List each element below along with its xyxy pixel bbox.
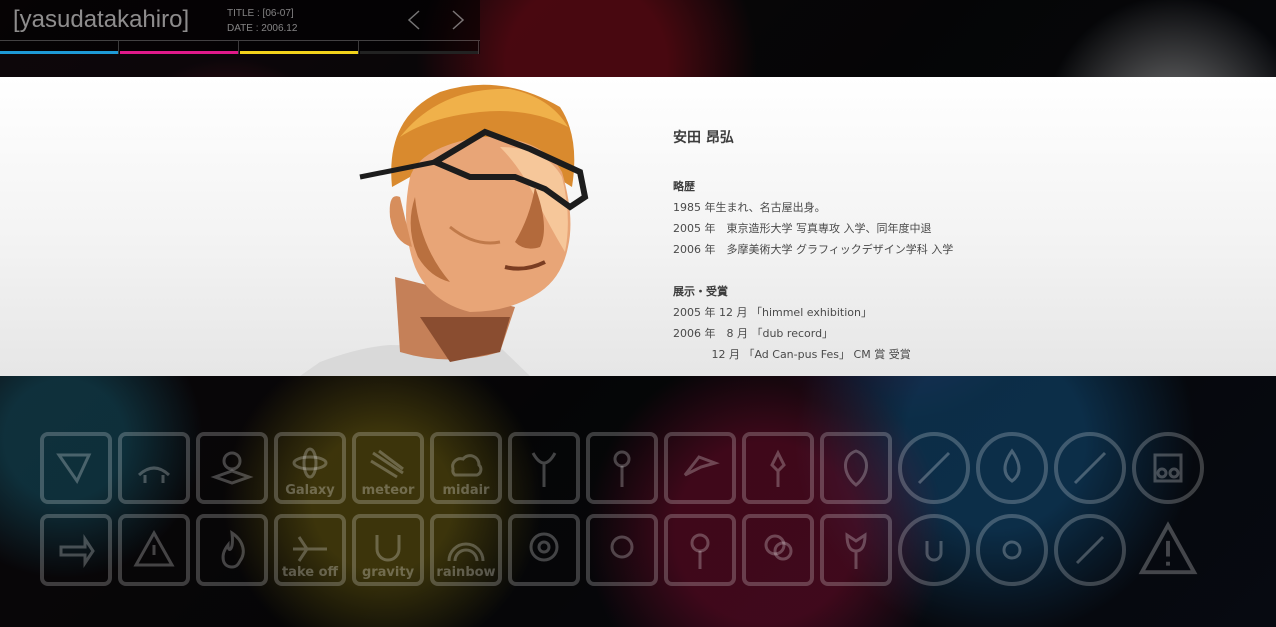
thumbnail-caption: meteor — [361, 483, 415, 498]
thumbnail-arrow-sign-2[interactable] — [40, 514, 112, 586]
thumbnail-caption: take off — [281, 565, 339, 580]
flower-icon — [531, 452, 557, 487]
header: [yasudatakahiro] TITLE : [06-07] DATE : … — [0, 0, 480, 54]
profile-band: 安田 昂弘 略歴 1985 年生まれ、名古屋出身。 2005 年 東京造形大学 … — [0, 77, 1276, 376]
thumbnail-flower-2[interactable] — [586, 432, 658, 504]
leaf-icon — [844, 449, 868, 487]
section-segment[interactable] — [120, 41, 239, 54]
work-date: DATE : 2006.12 — [227, 23, 298, 34]
section-segment[interactable] — [0, 41, 119, 54]
thumbnail-warning-2[interactable] — [1132, 514, 1204, 586]
thumbnail-caption: rainbow — [436, 565, 496, 580]
section-segment[interactable] — [240, 41, 359, 54]
portrait-illustration — [300, 84, 589, 376]
exhibit-heading: 展示・受賞 — [673, 285, 728, 298]
warning-icon — [1138, 521, 1198, 575]
segment-accent — [0, 51, 118, 54]
thumbnail-tulip[interactable] — [820, 514, 892, 586]
thumbnail-circle-3[interactable] — [1054, 514, 1126, 586]
thumbnail-no-sign-1[interactable] — [898, 432, 970, 504]
thumbnail-flower-4[interactable] — [742, 514, 814, 586]
sun-box-icon — [210, 451, 254, 485]
circle-icon — [1002, 540, 1022, 560]
circle-icon — [925, 541, 943, 562]
chevron-left-icon — [407, 10, 420, 30]
segment-accent — [240, 51, 358, 54]
daisy-icon — [529, 532, 559, 562]
thumbnail-bird[interactable] — [664, 432, 736, 504]
thumbnail-sun-box[interactable] — [196, 432, 268, 504]
thumbnail-leaf[interactable] — [820, 432, 892, 504]
history-heading: 略歴 — [673, 180, 695, 193]
segment-accent — [360, 51, 478, 54]
thumbnail-warning[interactable] — [118, 514, 190, 586]
prev-button[interactable] — [402, 8, 426, 32]
no-sign-icon — [917, 451, 951, 485]
thumbnail-galaxy[interactable]: Galaxy — [274, 432, 346, 504]
fire-icon — [221, 529, 245, 569]
exhibit-item: 2005 年 12 月 「himmel exhibition」 — [673, 306, 872, 319]
thumbnail-midair[interactable]: midair — [430, 432, 502, 504]
warning-icon — [133, 529, 175, 567]
bird-icon — [683, 455, 720, 477]
history-item: 1985 年生まれ、名古屋出身。 — [673, 201, 826, 214]
lily-icon — [770, 449, 786, 487]
thumbnail-caption: Galaxy — [285, 483, 335, 498]
work-meta: TITLE : [06-07] DATE : 2006.12 — [227, 6, 297, 36]
thumbnail-hands[interactable] — [118, 432, 190, 504]
thumbnail-arrow-sign[interactable] — [40, 432, 112, 504]
section-segment[interactable] — [360, 41, 479, 54]
flower-icon — [610, 535, 634, 559]
thumbnail-meteor[interactable]: meteor — [352, 432, 424, 504]
thumbnail-lily[interactable] — [742, 432, 814, 504]
flower-icon — [613, 450, 631, 487]
next-button[interactable] — [446, 8, 470, 32]
thumbnail-caption: gravity — [361, 565, 415, 580]
tulip-icon — [845, 532, 867, 569]
arrow-sign-icon — [56, 453, 92, 485]
flower-icon — [764, 534, 793, 561]
circle-icon — [1075, 535, 1105, 565]
section-indicator-bar — [0, 40, 480, 55]
thumbnail-daisy[interactable] — [508, 514, 580, 586]
thumbnail-flower-1[interactable] — [508, 432, 580, 504]
thumbnail-row-1: Galaxy meteor midair — [40, 432, 1204, 504]
thumbnail-circle-2[interactable] — [976, 514, 1048, 586]
exhibit-item: 12 月 「Ad Can-pus Fes」 CM 賞 受賞 — [673, 348, 911, 361]
thumbnail-speaker[interactable] — [1132, 432, 1204, 504]
thumbnail-caption: midair — [442, 483, 490, 498]
thumbnail-rainbow[interactable]: rainbow — [430, 514, 502, 586]
thumbnail-flower-3[interactable] — [586, 514, 658, 586]
thumbnail-fire[interactable] — [196, 514, 268, 586]
thumbnail-take-off[interactable]: take off — [274, 514, 346, 586]
chevron-right-icon — [452, 10, 465, 30]
thumbnail-rose[interactable] — [664, 514, 736, 586]
thumbnail-drop[interactable] — [976, 432, 1048, 504]
history-item: 2006 年 多摩美術大学 グラフィックデザイン学科 入学 — [673, 243, 954, 256]
no-sign-icon — [1073, 451, 1107, 485]
thumbnail-gravity[interactable]: gravity — [352, 514, 424, 586]
hands-icon — [137, 466, 171, 483]
profile-text: 安田 昂弘 略歴 1985 年生まれ、名古屋出身。 2005 年 東京造形大学 … — [673, 127, 953, 365]
arrow-sign-icon — [59, 534, 95, 568]
profile-name: 安田 昂弘 — [673, 130, 734, 146]
work-title: TITLE : [06-07] — [227, 8, 294, 19]
history-item: 2005 年 東京造形大学 写真専攻 入学、同年度中退 — [673, 222, 932, 235]
speaker-icon — [1153, 453, 1183, 483]
drop-icon — [1003, 448, 1021, 483]
rose-icon — [690, 533, 710, 569]
segment-accent — [120, 51, 238, 54]
site-title[interactable]: [yasudatakahiro] — [13, 6, 189, 34]
exhibit-item: 2006 年 8 月 「dub record」 — [673, 327, 834, 340]
thumbnail-no-sign-2[interactable] — [1054, 432, 1126, 504]
thumbnail-row-2: take off gravity rainbow — [40, 514, 1204, 586]
thumbnail-circle-1[interactable] — [898, 514, 970, 586]
